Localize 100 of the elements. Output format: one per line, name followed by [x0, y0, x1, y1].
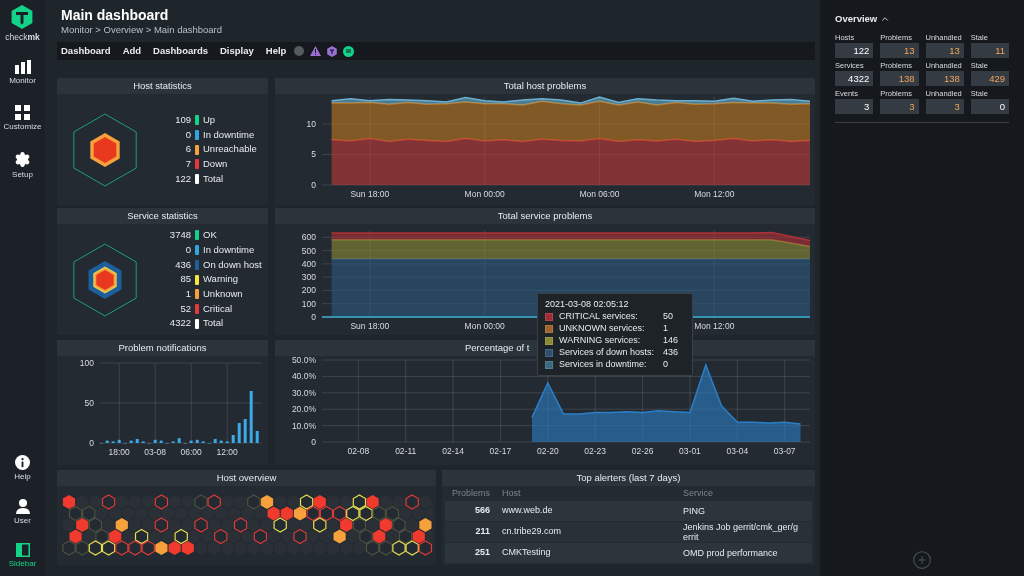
axis-tick-label: 18:00 [108, 447, 130, 457]
axis-tick-label: 300 [301, 272, 316, 283]
grid-icon [15, 104, 30, 120]
breadcrumb: Monitor > Overview > Main dashboard [61, 24, 224, 36]
axis-tick-label: Sun 18:00 [350, 189, 390, 199]
status-count: 436 [174, 257, 191, 272]
axis-tick-label: 02-14 [442, 446, 464, 456]
nav-item[interactable]: User [0, 495, 45, 529]
overview-value[interactable]: 3 [835, 99, 874, 115]
bar [159, 440, 163, 443]
axis-tick-label: Sun 18:00 [350, 321, 390, 331]
overview-value[interactable]: 138 [925, 71, 964, 87]
axis-tick-label: 20.0% [291, 404, 316, 415]
column-header: Problems [451, 486, 490, 500]
status-count: 1 [184, 287, 191, 302]
bar [189, 440, 193, 443]
tooltip-value: 436 [663, 346, 679, 360]
status-count: 109 [174, 113, 191, 127]
status-label: Unknown [203, 287, 243, 302]
overview-value[interactable]: 13 [925, 43, 964, 59]
axis-tick-label: 600 [301, 232, 316, 243]
status-label: OK [203, 228, 217, 243]
chat-icon[interactable] [343, 45, 355, 57]
nav-item[interactable]: Customize [0, 100, 45, 135]
bar [249, 391, 253, 443]
menu-item[interactable]: Display [220, 43, 254, 59]
bar-chart-icon [14, 59, 31, 74]
overview-value[interactable]: 138 [880, 71, 919, 87]
menu-item[interactable]: Add [122, 43, 142, 59]
bar [177, 438, 181, 443]
status-count: 0 [184, 243, 191, 257]
tooltip-value: 0 [663, 358, 668, 372]
axis-tick-label: 100 [79, 358, 94, 368]
axis-tick-label: 0 [311, 437, 316, 447]
axis-tick-label: 03-04 [726, 446, 749, 456]
axis-tick-label: 100 [301, 298, 316, 309]
overview-value[interactable]: 0 [970, 99, 1009, 115]
axis-tick-label: 5 [311, 149, 316, 160]
overview-value[interactable]: 4322 [835, 71, 874, 87]
user-icon [15, 499, 30, 514]
axis-tick-label: 12:00 [216, 447, 238, 457]
tooltip-label: Services in downtime: [559, 358, 648, 372]
bar [237, 423, 241, 443]
axis-tick-label: 50 [84, 398, 94, 408]
overview-value[interactable]: 13 [880, 43, 919, 59]
logo-icon [11, 5, 34, 29]
status-count: 122 [174, 171, 191, 186]
axis-tick-label: 0 [89, 438, 94, 448]
table-cell-text: PING [683, 506, 706, 516]
nav-item[interactable]: Monitor [0, 55, 45, 89]
bar [243, 419, 247, 443]
overview-value[interactable]: 3 [880, 99, 919, 115]
logo-text: checkmk [5, 31, 40, 44]
nav-item[interactable]: Sidebar [0, 539, 45, 572]
menu-item[interactable]: Dashboards [153, 43, 208, 59]
tooltip-value: 1 [663, 322, 668, 336]
tooltip-time: 2021-03-08 02:05:12 [545, 298, 630, 311]
menu-item[interactable]: Dashboard [61, 43, 111, 59]
axis-tick-label: Mon 00:00 [464, 189, 505, 199]
tooltip-value: 146 [663, 334, 679, 348]
dashlet-title: Service statistics [127, 208, 198, 223]
table-cell-text: 251 [473, 546, 490, 560]
column-header: Service [683, 486, 714, 500]
overview-value[interactable]: 429 [970, 71, 1009, 87]
dashlet-title: Host overview [216, 470, 277, 485]
axis-tick-label: 02-20 [536, 446, 559, 456]
axis-tick-label: 02-17 [489, 446, 512, 456]
axis-tick-label: 10.0% [291, 420, 316, 431]
status-label: In downtime [203, 243, 255, 257]
nav-item[interactable]: Help [0, 451, 45, 485]
dashlet-title: Total host problems [503, 78, 587, 93]
sidebar-icon [15, 543, 30, 557]
status-label: Down [203, 157, 228, 172]
bar [153, 439, 157, 443]
dashlet-title: Percentage of t [465, 340, 530, 355]
bar [231, 435, 235, 443]
overview-header[interactable]: Overview [835, 12, 1009, 27]
axis-tick-label: 02-11 [395, 446, 417, 456]
hexagon-icon[interactable] [327, 45, 338, 57]
overview-value[interactable]: 11 [970, 43, 1009, 59]
axis-tick-label: 06:00 [180, 447, 202, 457]
bar [255, 431, 259, 443]
menu-item[interactable]: Help [265, 43, 287, 59]
axis-tick-label: 02-26 [631, 446, 654, 456]
status-label: Critical [203, 301, 233, 316]
status-count: 0 [184, 127, 191, 142]
bar [219, 440, 223, 443]
dashlet-title: Top alerters (last 7 days) [576, 470, 681, 485]
overview-value[interactable]: 122 [835, 43, 874, 59]
circle-icon[interactable] [294, 46, 305, 56]
warning-icon[interactable] [310, 46, 322, 56]
axis-tick-label: 40.0% [291, 371, 316, 382]
nav-item[interactable]: Setup [0, 146, 45, 183]
axis-tick-label: Mon 06:00 [579, 189, 620, 199]
bar [213, 439, 217, 443]
tooltip-label: WARNING services: [559, 334, 642, 348]
settings-icon [14, 150, 31, 168]
overview-value[interactable]: 3 [925, 99, 964, 115]
status-count: 52 [179, 301, 191, 316]
dashlet-title: Total service problems [497, 208, 593, 223]
